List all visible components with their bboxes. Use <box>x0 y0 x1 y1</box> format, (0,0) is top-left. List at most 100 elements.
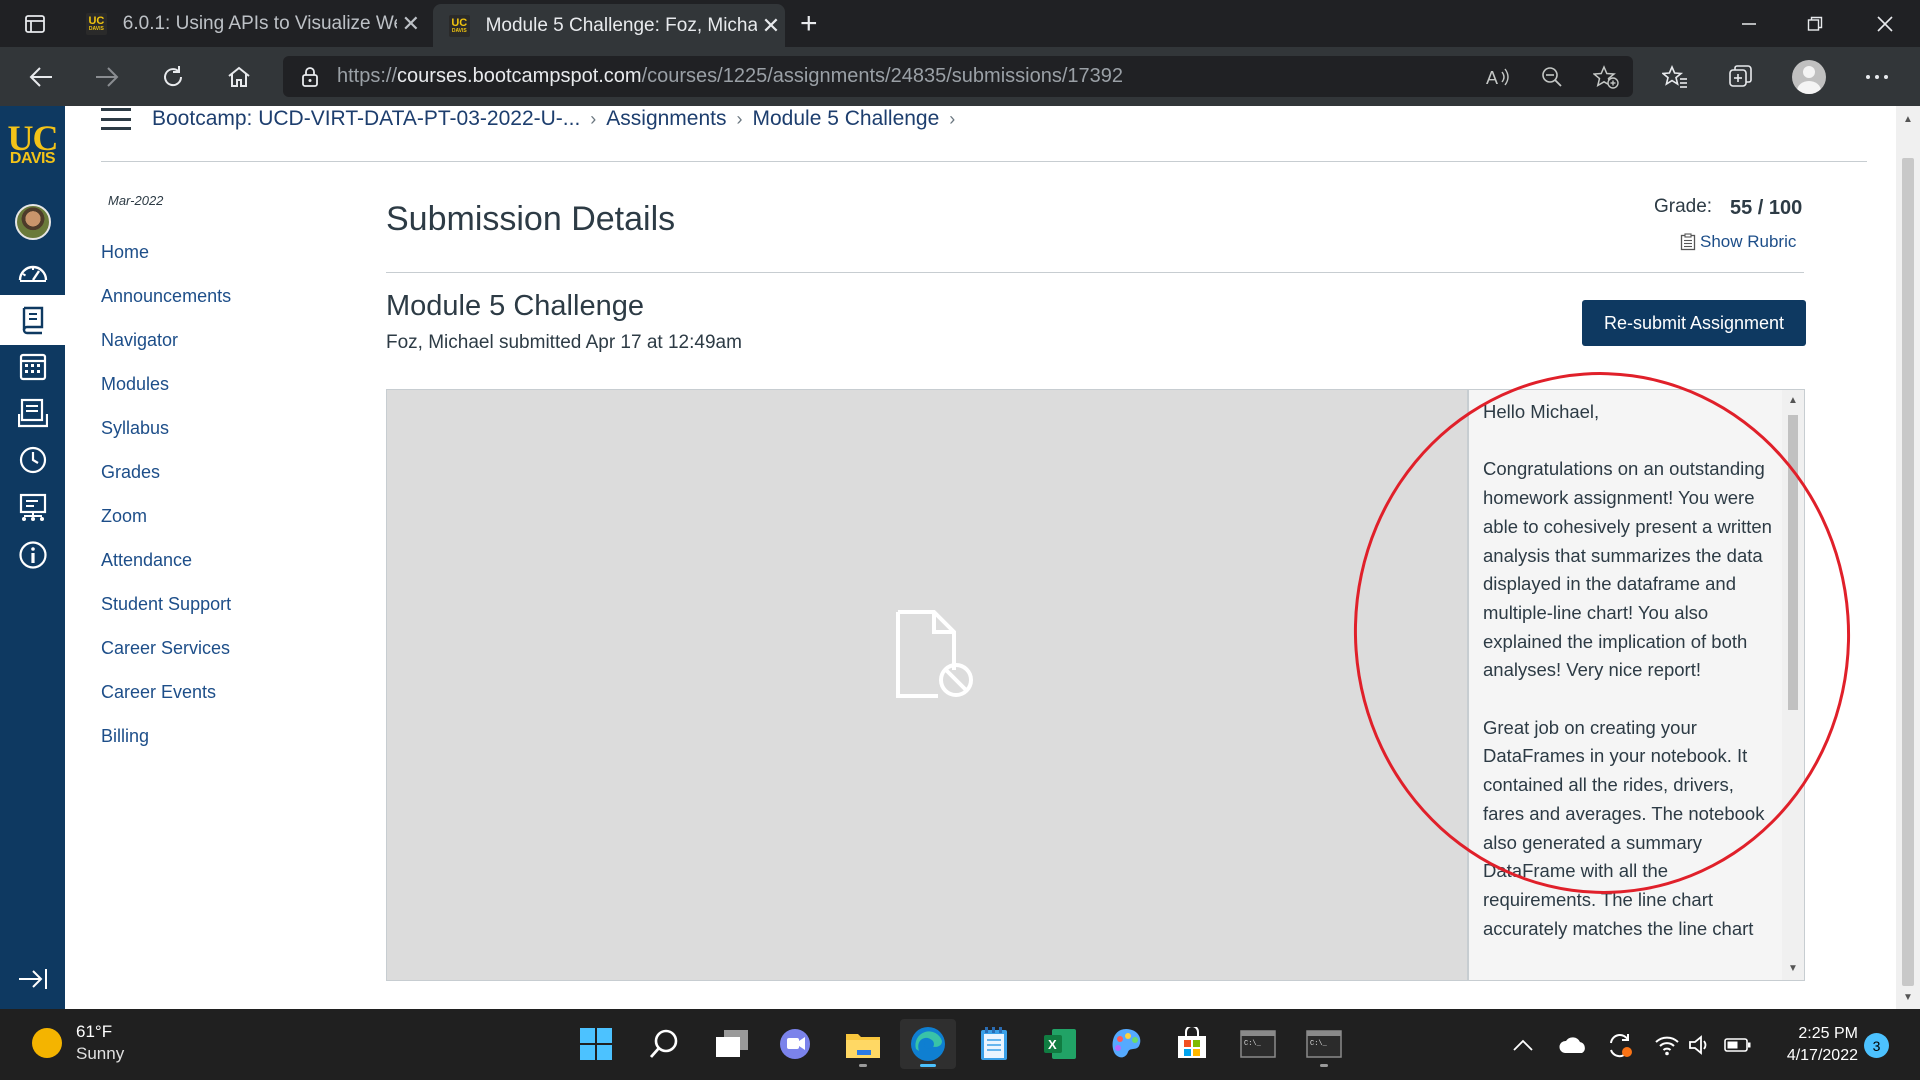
show-rubric-link[interactable]: Show Rubric <box>1680 232 1796 252</box>
search-icon[interactable] <box>636 1019 692 1069</box>
courses-icon[interactable] <box>0 295 65 345</box>
more-options-icon[interactable] <box>1844 47 1910 106</box>
uc-davis-logo[interactable]: UC DAVIS <box>0 120 65 167</box>
no-preview-file-icon <box>896 610 973 698</box>
start-icon[interactable] <box>568 1019 624 1069</box>
submission-preview <box>386 389 1468 981</box>
course-nav-billing[interactable]: Billing <box>101 714 231 758</box>
home-icon[interactable] <box>206 47 272 106</box>
course-nav-grades[interactable]: Grades <box>101 450 231 494</box>
course-nav-announcements[interactable]: Announcements <box>101 274 231 318</box>
collapse-nav-icon[interactable] <box>0 956 65 1002</box>
system-clock[interactable]: 2:25 PM 4/17/2022 <box>1768 1023 1858 1067</box>
terminal-icon[interactable]: C:\_ <box>1296 1019 1352 1069</box>
new-tab-icon[interactable]: + <box>800 0 818 47</box>
notification-badge[interactable]: 3 <box>1864 1033 1889 1058</box>
terminal-icon[interactable]: C:\_ <box>1230 1019 1286 1069</box>
notepad-icon[interactable] <box>966 1019 1022 1069</box>
comment-paragraph: Great job on creating your DataFrames in… <box>1483 716 1765 939</box>
scroll-down-icon[interactable]: ▼ <box>1787 963 1799 975</box>
address-bar[interactable]: https://courses.bootcampspot.com/courses… <box>283 56 1633 97</box>
page-title: Submission Details <box>386 200 676 238</box>
course-nav-career-events[interactable]: Career Events <box>101 670 231 714</box>
restore-icon[interactable] <box>1782 0 1848 47</box>
microsoft-store-icon[interactable] <box>1164 1019 1220 1069</box>
chevron-right-icon: › <box>736 108 743 129</box>
tab-actions-icon[interactable] <box>0 0 70 47</box>
scroll-up-icon[interactable]: ▲ <box>1902 114 1914 125</box>
profile-avatar[interactable] <box>1776 47 1842 106</box>
account-avatar[interactable] <box>0 199 65 245</box>
battery-icon[interactable] <box>1724 1009 1752 1080</box>
edge-browser-icon[interactable] <box>900 1019 956 1069</box>
course-nav-home[interactable]: Home <box>101 230 231 274</box>
collections-icon[interactable] <box>1708 47 1774 106</box>
back-icon[interactable] <box>8 47 74 106</box>
url-text: https://courses.bootcampspot.com/courses… <box>337 65 1123 87</box>
course-nav-attendance[interactable]: Attendance <box>101 538 231 582</box>
volume-icon[interactable] <box>1688 1009 1712 1080</box>
studio-icon[interactable] <box>0 485 65 531</box>
help-icon[interactable] <box>0 532 65 578</box>
uc-davis-favicon-icon: UC DAVIS <box>86 12 107 35</box>
course-nav-student-support[interactable]: Student Support <box>101 582 231 626</box>
read-aloud-icon[interactable]: A <box>1471 66 1525 88</box>
dashboard-icon[interactable] <box>0 249 65 295</box>
onedrive-icon[interactable] <box>1558 1009 1588 1080</box>
forward-icon[interactable] <box>74 47 140 106</box>
close-tab-icon[interactable]: ✕ <box>397 11 425 37</box>
course-nav-navigator[interactable]: Navigator <box>101 318 231 362</box>
weather-temperature: 61°F <box>76 1022 113 1041</box>
excel-icon[interactable]: X <box>1032 1019 1088 1069</box>
scroll-thumb[interactable] <box>1902 158 1914 986</box>
favorites-icon[interactable] <box>1642 47 1708 106</box>
global-navigation: UC DAVIS <box>0 106 65 1009</box>
show-hidden-icons-icon[interactable] <box>1512 1009 1534 1080</box>
paint-icon[interactable] <box>1098 1019 1154 1069</box>
page-scrollbar[interactable]: ▲ ▼ <box>1896 106 1920 1009</box>
close-window-icon[interactable] <box>1852 0 1918 47</box>
scroll-down-icon[interactable]: ▼ <box>1902 992 1914 1003</box>
refresh-icon[interactable] <box>140 47 206 106</box>
file-explorer-icon[interactable] <box>835 1019 891 1069</box>
grade-label: Grade: <box>1654 196 1713 217</box>
breadcrumb-assignment[interactable]: Module 5 Challenge <box>753 107 940 131</box>
breadcrumb: Bootcamp: UCD-VIRT-DATA-PT-03-2022-U-...… <box>152 104 965 134</box>
sync-icon[interactable] <box>1606 1009 1634 1080</box>
grade-value: 55 / 100 <box>1730 197 1803 219</box>
scroll-up-icon[interactable]: ▲ <box>1787 395 1799 407</box>
task-view-icon[interactable] <box>704 1019 760 1069</box>
comments-panel[interactable]: Hello Michael, Congratulations on an out… <box>1468 389 1805 981</box>
tab-module5-challenge[interactable]: UC DAVIS Module 5 Challenge: Foz, Michael… <box>433 4 785 47</box>
wifi-icon[interactable] <box>1654 1009 1680 1080</box>
breadcrumb-course[interactable]: Bootcamp: UCD-VIRT-DATA-PT-03-2022-U-... <box>152 107 580 131</box>
course-nav-zoom[interactable]: Zoom <box>101 494 231 538</box>
course-menu-toggle-icon[interactable] <box>101 108 131 130</box>
calendar-icon[interactable] <box>0 343 65 389</box>
instructor-comment: Hello Michael, Congratulations on an out… <box>1483 398 1777 972</box>
tab-apis-weather[interactable]: UC DAVIS 6.0.1: Using APIs to Visualize W… <box>70 0 425 47</box>
breadcrumb-assignments[interactable]: Assignments <box>606 107 726 131</box>
chevron-right-icon: › <box>590 108 597 129</box>
zoom-out-icon[interactable] <box>1525 66 1579 88</box>
chevron-right-icon: › <box>949 108 956 129</box>
course-nav-modules[interactable]: Modules <box>101 362 231 406</box>
weather-widget[interactable]: 61°F Sunny <box>32 1021 124 1065</box>
scroll-thumb[interactable] <box>1788 415 1798 710</box>
resubmit-assignment-button[interactable]: Re-submit Assignment <box>1582 300 1806 346</box>
inbox-icon[interactable] <box>0 390 65 436</box>
history-icon[interactable] <box>0 437 65 483</box>
close-tab-icon[interactable]: ✕ <box>757 13 785 39</box>
uc-davis-favicon-icon: UC DAVIS <box>449 14 470 37</box>
add-favorite-icon[interactable] <box>1579 64 1633 89</box>
sun-icon <box>32 1028 62 1058</box>
lock-icon[interactable] <box>283 66 337 88</box>
course-nav-career-services[interactable]: Career Services <box>101 626 231 670</box>
tab-title: 6.0.1: Using APIs to Visualize Weather D… <box>122 12 397 34</box>
tab-title: Module 5 Challenge: Foz, Michael <box>485 14 757 36</box>
teams-chat-icon[interactable] <box>767 1019 823 1069</box>
comments-scrollbar[interactable]: ▲ ▼ <box>1782 390 1804 980</box>
minimize-icon[interactable] <box>1716 0 1782 47</box>
avatar <box>14 204 51 240</box>
course-nav-syllabus[interactable]: Syllabus <box>101 406 231 450</box>
